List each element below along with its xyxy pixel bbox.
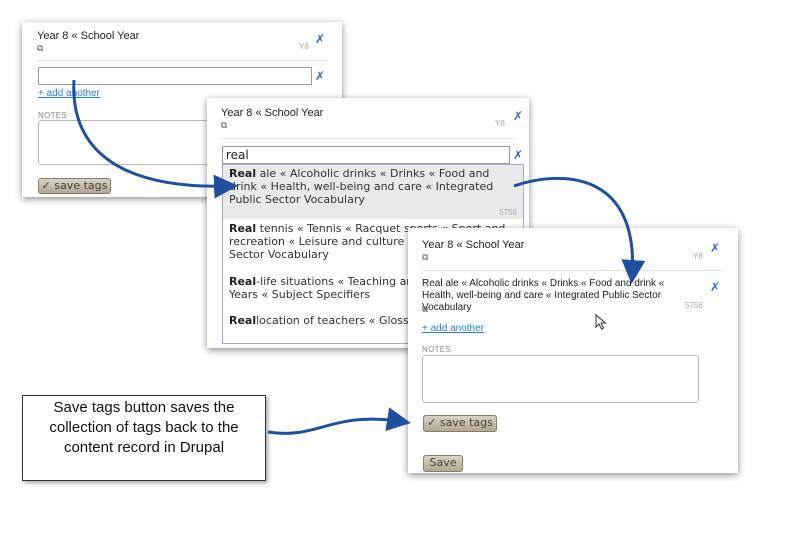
save-tags-button[interactable]: ✓ save tags: [423, 415, 497, 432]
add-another-link[interactable]: + add another: [38, 88, 100, 99]
suggestion-match: Real: [229, 314, 257, 327]
tag-code: 5756: [685, 301, 703, 310]
remove-tag-icon[interactable]: ✗: [513, 109, 523, 123]
tag-code: Y8: [299, 42, 309, 51]
annotation-callout: Save tags button saves the collection of…: [22, 395, 266, 481]
tag-title: Year 8 « School Year: [37, 30, 140, 42]
clear-input-icon[interactable]: ✗: [513, 148, 523, 162]
callout-line: Save tags button saves the: [53, 399, 235, 416]
divider: [422, 270, 724, 271]
save-tags-button[interactable]: ✓ save tags: [38, 178, 111, 194]
suggestion-item[interactable]: Real ale « Alcoholic drinks « Drinks « F…: [223, 165, 523, 219]
arrow-callout-to-save-tags: [267, 407, 411, 435]
notes-label: NOTES: [38, 111, 68, 120]
remove-tag-icon[interactable]: ✗: [315, 32, 325, 46]
notes-label: NOTES: [422, 345, 452, 354]
suggestion-match: Real: [229, 275, 257, 288]
tag-title: Year 8 « School Year: [221, 107, 324, 119]
suggestion-text: ale « Alcoholic drinks « Drinks « Food a…: [229, 167, 494, 206]
add-another-link[interactable]: + add another: [422, 323, 484, 334]
external-link-icon[interactable]: ⧉: [422, 252, 428, 263]
tag-search-input[interactable]: [222, 146, 510, 164]
tag-editor-panel-result: Year 8 « School Year ⧉ Y8 ✗ Real ale « A…: [408, 228, 738, 473]
callout-line: collection of tags back to the: [49, 419, 239, 436]
divider: [221, 138, 515, 139]
clear-input-icon[interactable]: ✗: [315, 69, 325, 83]
callout-line: content record in Drupal: [63, 439, 225, 456]
suggestion-match: Real: [229, 222, 257, 235]
notes-textarea[interactable]: [422, 355, 699, 403]
remove-tag-icon[interactable]: ✗: [710, 280, 720, 294]
tag-code: Y8: [495, 119, 505, 128]
tag-search-input[interactable]: [38, 67, 312, 85]
selected-tag: Real ale « Alcoholic drinks « Drinks « F…: [422, 278, 665, 313]
external-link-icon[interactable]: ⧉: [221, 120, 227, 131]
remove-tag-icon[interactable]: ✗: [710, 241, 720, 255]
mouse-pointer-icon: [595, 314, 607, 330]
external-link-icon[interactable]: ⧉: [422, 304, 428, 315]
divider: [37, 60, 327, 61]
tag-code: Y8: [693, 252, 703, 261]
suggestion-count: 5756: [499, 208, 517, 217]
suggestion-text: location of teachers « Glossary: [256, 314, 427, 327]
tag-title: Year 8 « School Year: [422, 239, 525, 251]
save-button[interactable]: Save: [423, 455, 463, 472]
suggestion-match: Real: [229, 167, 257, 180]
external-link-icon[interactable]: ⧉: [37, 43, 43, 54]
